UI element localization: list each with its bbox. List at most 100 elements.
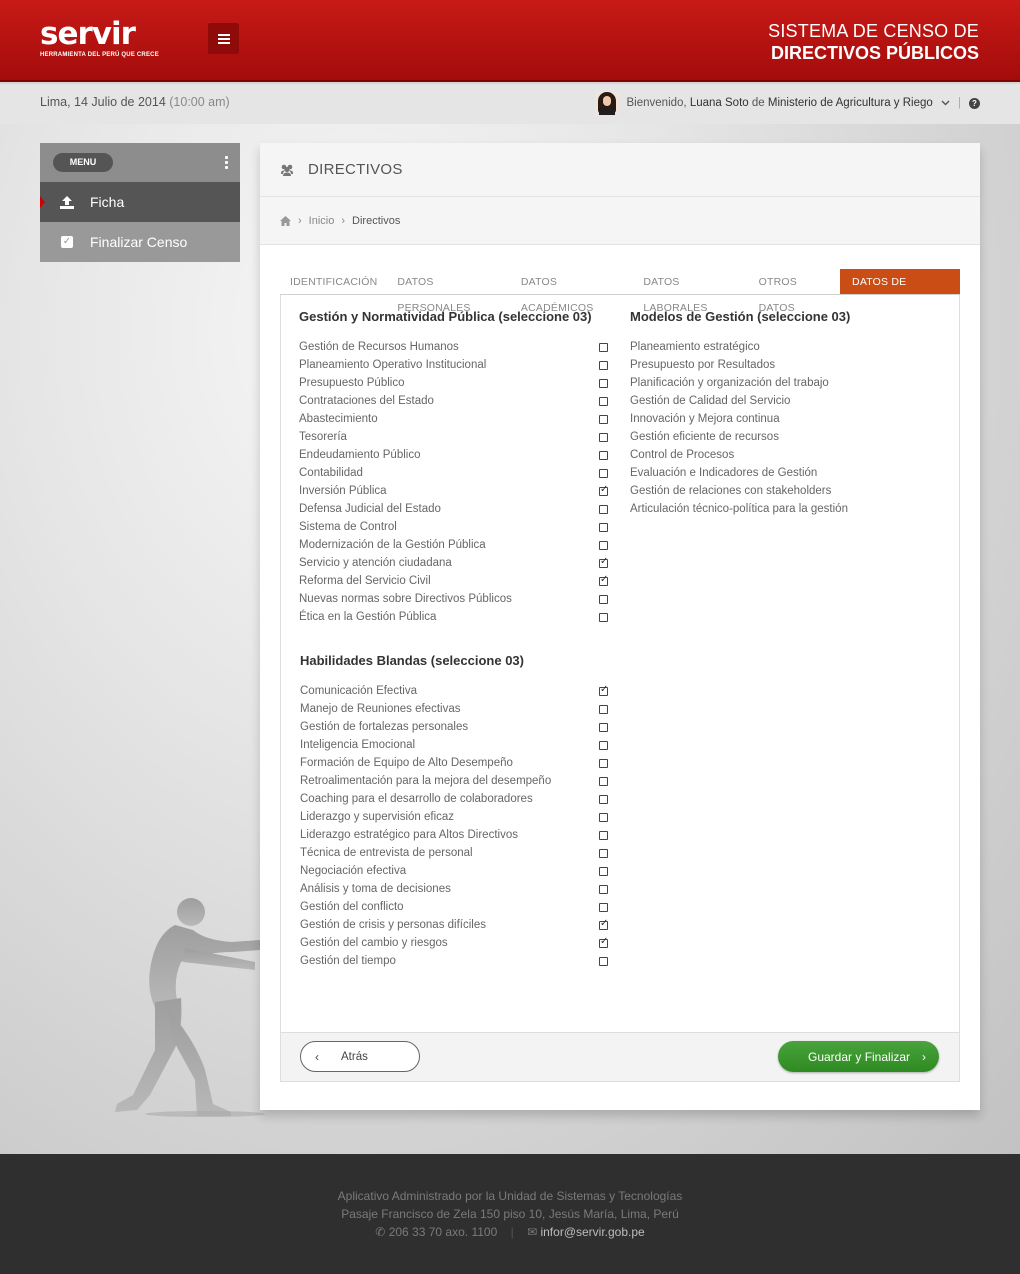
- sidebar-item-ficha[interactable]: Ficha: [40, 182, 240, 222]
- option-label[interactable]: Endeudamiento Público: [299, 446, 420, 464]
- check-square-icon: ✓: [61, 236, 73, 248]
- option-label[interactable]: Liderazgo y supervisión eficaz: [300, 808, 454, 826]
- option-label[interactable]: Reforma del Servicio Civil: [299, 572, 431, 590]
- option-checkbox[interactable]: [599, 505, 608, 514]
- option-checkbox[interactable]: [599, 759, 608, 768]
- tab-datos-personales[interactable]: DATOS PERSONALES: [387, 269, 511, 314]
- option-label[interactable]: Ética en la Gestión Pública: [299, 608, 436, 626]
- option-label[interactable]: Gestión del cambio y riesgos: [300, 934, 448, 952]
- option-label[interactable]: Liderazgo estratégico para Altos Directi…: [300, 826, 518, 844]
- save-and-finish-button[interactable]: Guardar y Finalizar ›: [778, 1041, 939, 1072]
- option-label[interactable]: Gestión de crisis y personas difíciles: [300, 916, 486, 934]
- option-label[interactable]: Presupuesto por Resultados: [630, 356, 775, 374]
- breadcrumb-home[interactable]: Inicio: [309, 215, 335, 227]
- option-label[interactable]: Nuevas normas sobre Directivos Públicos: [299, 590, 512, 608]
- option-checkbox[interactable]: [599, 541, 608, 550]
- option-label[interactable]: Comunicación Efectiva: [300, 682, 417, 700]
- option-label[interactable]: Innovación y Mejora continua: [630, 410, 780, 428]
- option-checkbox[interactable]: [599, 361, 608, 370]
- option-checkbox[interactable]: [599, 613, 608, 622]
- option-label[interactable]: Gestión de relaciones con stakeholders: [630, 482, 831, 500]
- institution-dropdown[interactable]: Ministerio de Agricultura y Riego: [768, 97, 950, 109]
- tab-datos-academicos[interactable]: DATOS ACADÉMICOS: [511, 269, 633, 314]
- option-checkbox[interactable]: [599, 397, 608, 406]
- option-checkbox[interactable]: [599, 867, 608, 876]
- option-label[interactable]: Evaluación e Indicadores de Gestión: [630, 464, 817, 482]
- option-label[interactable]: Gestión de Calidad del Servicio: [630, 392, 790, 410]
- option-label[interactable]: Negociación efectiva: [300, 862, 406, 880]
- menu-pill[interactable]: MENU: [53, 153, 113, 172]
- option-checkbox[interactable]: [599, 484, 608, 496]
- option-label[interactable]: Inversión Pública: [299, 482, 387, 500]
- option-label[interactable]: Contrataciones del Estado: [299, 392, 434, 410]
- option-label[interactable]: Análisis y toma de decisiones: [300, 880, 451, 898]
- sidebar-item-finalizar-censo[interactable]: ✓ Finalizar Censo: [40, 222, 240, 262]
- option-label[interactable]: Coaching para el desarrollo de colaborad…: [300, 790, 533, 808]
- option-checkbox[interactable]: [599, 705, 608, 714]
- option-label[interactable]: Control de Procesos: [630, 446, 734, 464]
- option-checkbox[interactable]: [599, 813, 608, 822]
- option-label[interactable]: Inteligencia Emocional: [300, 736, 415, 754]
- option-checkbox[interactable]: [599, 415, 608, 424]
- hamburger-menu-button[interactable]: [208, 23, 239, 54]
- option-label[interactable]: Manejo de Reuniones efectivas: [300, 700, 460, 718]
- option-label[interactable]: Abastecimiento: [299, 410, 378, 428]
- option-checkbox[interactable]: [599, 595, 608, 604]
- de-text: de: [751, 97, 765, 109]
- option-label[interactable]: Planeamiento Operativo Institucional: [299, 356, 486, 374]
- option-checkbox[interactable]: [599, 523, 608, 532]
- option-checkbox[interactable]: [599, 936, 608, 948]
- option-checkbox[interactable]: [599, 918, 608, 930]
- option-label[interactable]: Gestión del conflicto: [300, 898, 404, 916]
- option-label[interactable]: Defensa Judicial del Estado: [299, 500, 441, 518]
- option-label[interactable]: Planificación y organización del trabajo: [630, 374, 829, 392]
- footer-email[interactable]: infor@servir.gob.pe: [540, 1225, 644, 1239]
- option-checkbox[interactable]: [599, 556, 608, 568]
- option-checkbox[interactable]: [599, 433, 608, 442]
- option-checkbox[interactable]: [599, 741, 608, 750]
- option-label[interactable]: Técnica de entrevista de personal: [300, 844, 473, 862]
- sidebar-item-label: Ficha: [90, 194, 125, 210]
- help-icon[interactable]: ?: [969, 97, 980, 109]
- option-label[interactable]: Gestión eficiente de recursos: [630, 428, 779, 446]
- tab-otros-datos[interactable]: OTROS DATOS: [749, 269, 840, 314]
- system-title-line1: SISTEMA DE CENSO DE: [768, 21, 979, 41]
- option-label[interactable]: Gestión de Recursos Humanos: [299, 338, 459, 356]
- option-label[interactable]: Retroalimentación para la mejora del des…: [300, 772, 551, 790]
- option-label[interactable]: Planeamiento estratégico: [630, 338, 760, 356]
- option-checkbox[interactable]: [599, 469, 608, 478]
- servir-logo[interactable]: servir HERRAMIENTA DEL PERÚ QUE CRECE: [40, 18, 159, 58]
- option-checkbox[interactable]: [599, 723, 608, 732]
- option-label[interactable]: Gestión de fortalezas personales: [300, 718, 468, 736]
- option-checkbox[interactable]: [599, 343, 608, 352]
- option-label[interactable]: Formación de Equipo de Alto Desempeño: [300, 754, 513, 772]
- option-label[interactable]: Presupuesto Público: [299, 374, 404, 392]
- chevron-left-icon: ‹: [315, 1049, 319, 1064]
- tab-datos-laborales[interactable]: DATOS LABORALES: [633, 269, 748, 314]
- sidebar-header: MENU: [40, 143, 240, 182]
- option-checkbox[interactable]: [599, 574, 608, 586]
- option-checkbox[interactable]: [599, 379, 608, 388]
- option-checkbox[interactable]: [599, 451, 608, 460]
- home-icon[interactable]: [280, 215, 291, 226]
- option-label[interactable]: Contabilidad: [299, 464, 363, 482]
- option-label[interactable]: Servicio y atención ciudadana: [299, 554, 452, 572]
- option-checkbox[interactable]: [599, 957, 608, 966]
- option-checkbox[interactable]: [599, 777, 608, 786]
- option-checkbox[interactable]: [599, 903, 608, 912]
- option-label[interactable]: Tesorería: [299, 428, 347, 446]
- option-label[interactable]: Articulación técnico-política para la ge…: [630, 500, 848, 518]
- option-label[interactable]: Modernización de la Gestión Pública: [299, 536, 486, 554]
- option-checkbox[interactable]: [599, 885, 608, 894]
- envelope-icon: ✉: [527, 1225, 538, 1239]
- tab-identificacion[interactable]: IDENTIFICACIÓN: [280, 269, 387, 294]
- tab-datos-de-interes[interactable]: DATOS DE INTERÉS: [840, 269, 961, 314]
- option-label[interactable]: Gestión del tiempo: [300, 952, 396, 970]
- back-button[interactable]: ‹ Atrás: [300, 1041, 420, 1072]
- option-checkbox[interactable]: [599, 795, 608, 804]
- more-options-icon[interactable]: [225, 156, 228, 171]
- option-checkbox[interactable]: [599, 849, 608, 858]
- option-label[interactable]: Sistema de Control: [299, 518, 397, 536]
- option-checkbox[interactable]: [599, 831, 608, 840]
- option-checkbox[interactable]: [599, 684, 608, 696]
